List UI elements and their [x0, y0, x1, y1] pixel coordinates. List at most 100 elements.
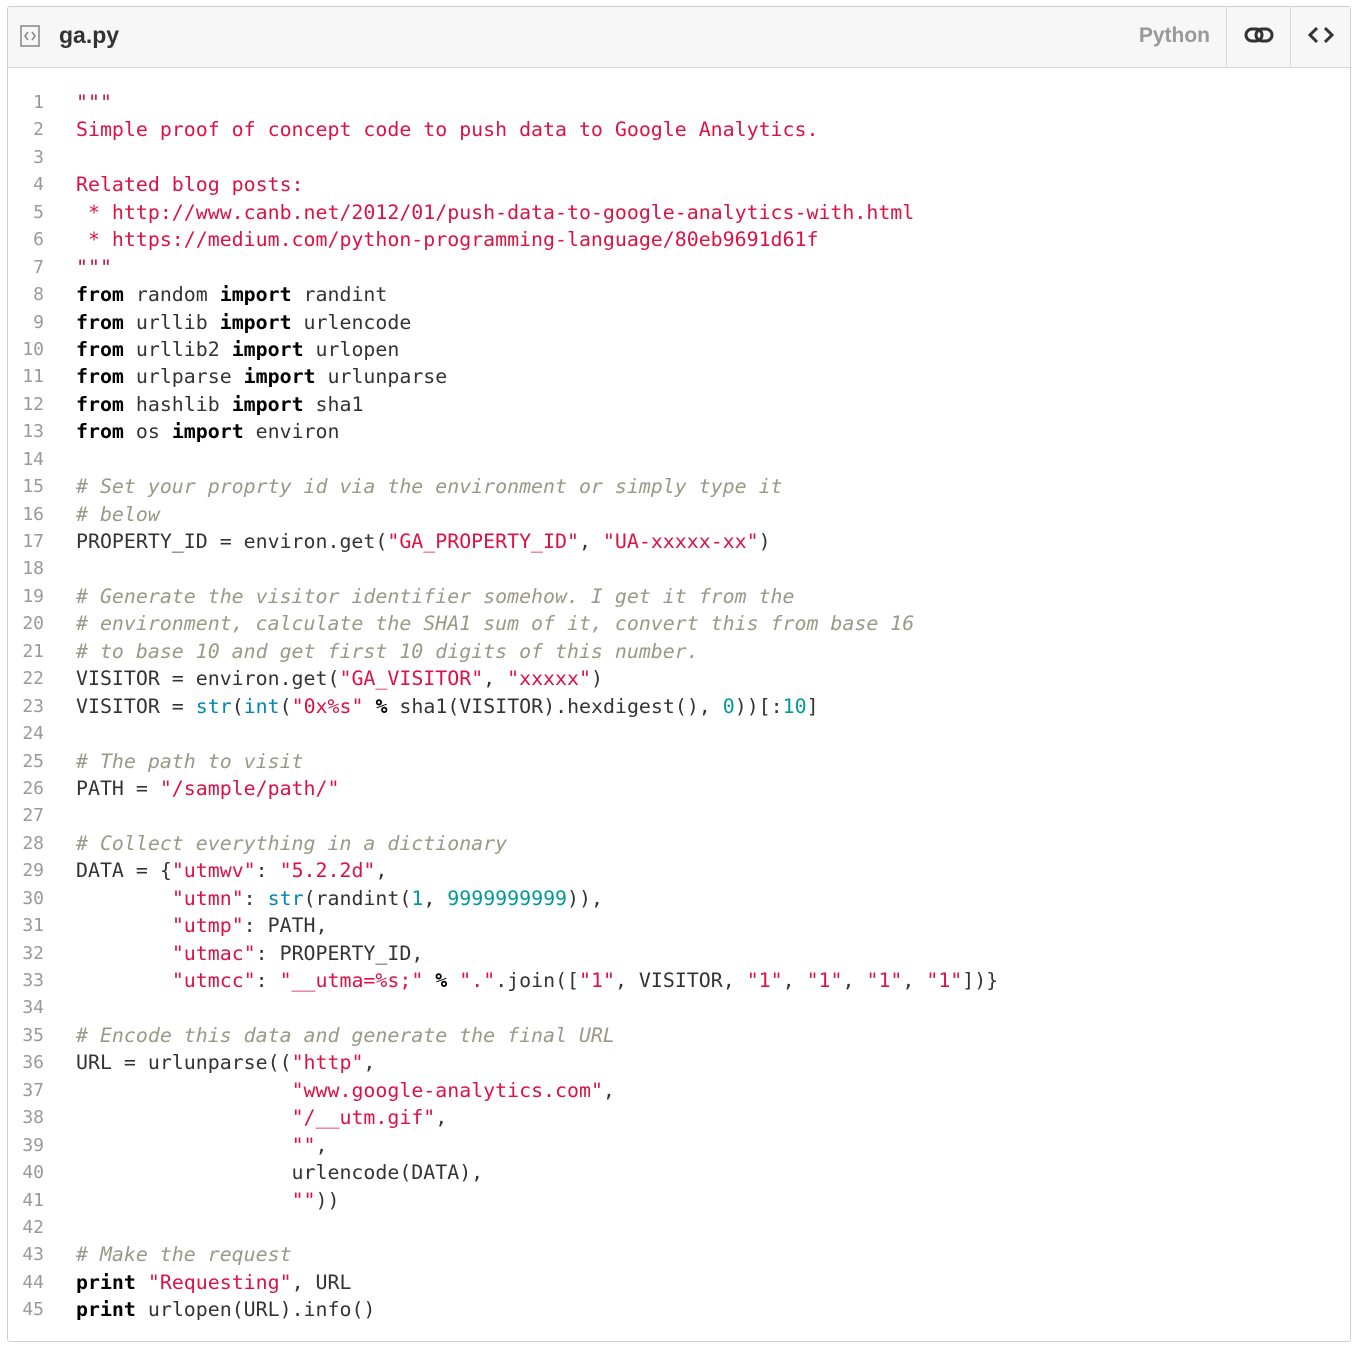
- line-number[interactable]: 30: [8, 885, 44, 912]
- line-number[interactable]: 45: [8, 1296, 44, 1323]
- line-number[interactable]: 38: [8, 1104, 44, 1131]
- line-number[interactable]: 19: [8, 583, 44, 610]
- line-number[interactable]: 17: [8, 528, 44, 555]
- code-token: urlencode(DATA),: [76, 1161, 483, 1184]
- line-number[interactable]: 31: [8, 912, 44, 939]
- code-token: ,: [579, 530, 603, 553]
- link-icon: [1244, 26, 1274, 49]
- code-line: VISITOR = environ.get("GA_VISITOR", "xxx…: [76, 665, 1350, 692]
- code-token: # environment, calculate the SHA1 sum of…: [76, 612, 914, 635]
- permalink-button[interactable]: [1226, 7, 1290, 67]
- code-line: [76, 555, 1350, 582]
- code-line: print urlopen(URL).info(): [76, 1296, 1350, 1323]
- code-token: from: [76, 311, 124, 334]
- code-token: "utmcc": [172, 969, 256, 992]
- code-line: urlencode(DATA),: [76, 1159, 1350, 1186]
- line-number[interactable]: 33: [8, 967, 44, 994]
- line-number[interactable]: 21: [8, 638, 44, 665]
- code-token: (: [280, 695, 292, 718]
- code-token: ,: [902, 969, 926, 992]
- line-number[interactable]: 32: [8, 940, 44, 967]
- code-token: "1": [747, 969, 783, 992]
- code-line: [76, 994, 1350, 1021]
- code-token: os: [124, 420, 172, 443]
- code-token: ))[:: [735, 695, 783, 718]
- line-number[interactable]: 2: [8, 116, 44, 143]
- line-number[interactable]: 23: [8, 693, 44, 720]
- line-number[interactable]: 44: [8, 1269, 44, 1296]
- code-token: DATA = {: [76, 859, 172, 882]
- code-token: "Requesting": [148, 1271, 292, 1294]
- code-token: ".": [459, 969, 495, 992]
- line-number[interactable]: 36: [8, 1049, 44, 1076]
- code-token: , URL: [292, 1271, 352, 1294]
- code-line: "",: [76, 1132, 1350, 1159]
- line-number[interactable]: 16: [8, 501, 44, 528]
- line-number[interactable]: 7: [8, 254, 44, 281]
- code-token: # Collect everything in a dictionary: [76, 832, 507, 855]
- line-number[interactable]: 35: [8, 1022, 44, 1049]
- line-number[interactable]: 3: [8, 144, 44, 171]
- line-number[interactable]: 24: [8, 720, 44, 747]
- code-token: %: [375, 695, 387, 718]
- line-number[interactable]: 41: [8, 1187, 44, 1214]
- code-token: randint: [292, 283, 388, 306]
- line-number[interactable]: 22: [8, 665, 44, 692]
- code-token: urllib: [124, 311, 220, 334]
- line-number[interactable]: 9: [8, 309, 44, 336]
- line-number[interactable]: 37: [8, 1077, 44, 1104]
- line-number[interactable]: 29: [8, 857, 44, 884]
- line-number[interactable]: 28: [8, 830, 44, 857]
- line-number[interactable]: 13: [8, 418, 44, 445]
- line-number[interactable]: 34: [8, 994, 44, 1021]
- code-line: URL = urlunparse(("http",: [76, 1049, 1350, 1076]
- code-token: print: [76, 1271, 136, 1294]
- code-line: # The path to visit: [76, 748, 1350, 775]
- code-line: # Generate the visitor identifier someho…: [76, 583, 1350, 610]
- code-line: [76, 446, 1350, 473]
- code-token: [76, 914, 172, 937]
- code-token: "/__utm.gif": [292, 1106, 436, 1129]
- code-token: "1": [866, 969, 902, 992]
- code-line: [76, 802, 1350, 829]
- code-token: urlencode: [292, 311, 412, 334]
- code-line: "www.google-analytics.com",: [76, 1077, 1350, 1104]
- code-token: : PROPERTY_ID,: [256, 942, 424, 965]
- code-token: ,: [363, 1051, 375, 1074]
- code-line: [76, 144, 1350, 171]
- code-token: "utmwv": [172, 859, 256, 882]
- line-number[interactable]: 10: [8, 336, 44, 363]
- line-number[interactable]: 12: [8, 391, 44, 418]
- code-token: URL = urlunparse((: [76, 1051, 292, 1074]
- line-number[interactable]: 40: [8, 1159, 44, 1186]
- code-lines[interactable]: """Simple proof of concept code to push …: [76, 89, 1350, 1324]
- code-token: [76, 942, 172, 965]
- code-token: environ: [244, 420, 340, 443]
- line-number[interactable]: 11: [8, 363, 44, 390]
- view-raw-button[interactable]: [1290, 7, 1350, 67]
- line-number[interactable]: 15: [8, 473, 44, 500]
- code-token: # The path to visit: [76, 750, 304, 773]
- code-line: # below: [76, 501, 1350, 528]
- line-number[interactable]: 43: [8, 1241, 44, 1268]
- line-number[interactable]: 26: [8, 775, 44, 802]
- line-number[interactable]: 20: [8, 610, 44, 637]
- line-number[interactable]: 42: [8, 1214, 44, 1241]
- line-number[interactable]: 6: [8, 226, 44, 253]
- line-number[interactable]: 5: [8, 199, 44, 226]
- line-number[interactable]: 14: [8, 446, 44, 473]
- line-number[interactable]: 18: [8, 555, 44, 582]
- file-name[interactable]: ga.py: [59, 22, 119, 49]
- line-number[interactable]: 4: [8, 171, 44, 198]
- code-view[interactable]: 1234567891011121314151617181920212223242…: [8, 68, 1350, 1341]
- line-number[interactable]: 39: [8, 1132, 44, 1159]
- line-number[interactable]: 8: [8, 281, 44, 308]
- line-number[interactable]: 1: [8, 89, 44, 116]
- code-line: "utmp": PATH,: [76, 912, 1350, 939]
- code-line: print "Requesting", URL: [76, 1269, 1350, 1296]
- code-token: .join([: [495, 969, 579, 992]
- line-number[interactable]: 27: [8, 802, 44, 829]
- code-token: ,: [843, 969, 867, 992]
- code-token: sha1(VISITOR).hexdigest(),: [387, 695, 722, 718]
- line-number[interactable]: 25: [8, 748, 44, 775]
